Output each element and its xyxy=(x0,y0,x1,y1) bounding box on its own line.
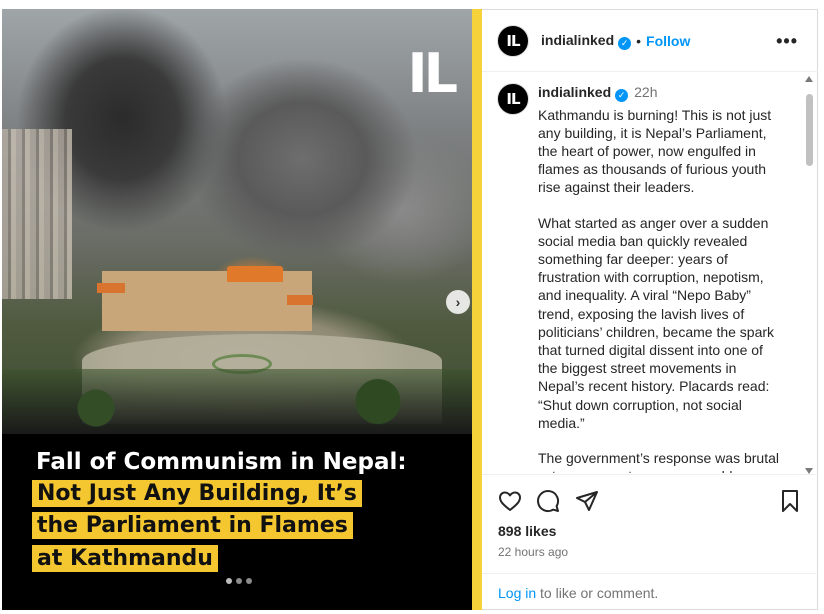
divider xyxy=(472,9,482,610)
post-header: IL indialinked ✓ • Follow ••• xyxy=(482,10,818,72)
caption-paragraph: What started as anger over a sudden soci… xyxy=(538,214,775,431)
carousel-dot xyxy=(226,578,232,584)
post-actions: 898 likes 22 hours ago Log in to like or… xyxy=(482,474,818,611)
image-highlight-line: at Kathmandu xyxy=(32,545,218,572)
carousel-dots xyxy=(226,578,252,584)
next-image-button[interactable]: › xyxy=(446,290,470,314)
header-username[interactable]: indialinked ✓ xyxy=(541,32,632,50)
image-highlight-line: Not Just Any Building, It’s xyxy=(32,480,362,507)
login-prompt: Log in to like or comment. xyxy=(482,573,818,611)
comments-section[interactable]: IL indialinked ✓ 22h Kathmandu is burning!… xyxy=(482,73,818,473)
caption-time[interactable]: 22h xyxy=(634,84,657,100)
chevron-right-icon: › xyxy=(455,294,461,310)
bookmark-icon xyxy=(782,490,798,512)
caption-paragraph: The government’s response was brutal —te… xyxy=(538,450,779,473)
verified-badge-icon: ✓ xyxy=(615,88,629,102)
image-headline: Fall of Communism in Nepal: xyxy=(36,449,407,475)
send-icon xyxy=(576,491,598,511)
username-text[interactable]: indialinked xyxy=(541,32,614,48)
caption-paragraph: Kathmandu is burning! This is not just a… xyxy=(538,106,772,196)
scroll-up-arrow-icon[interactable] xyxy=(805,76,813,82)
likes-count[interactable]: 898 likes xyxy=(498,523,556,539)
verified-badge-icon: ✓ xyxy=(618,36,632,50)
post-side-panel: IL indialinked ✓ • Follow ••• IL indialin… xyxy=(482,9,818,610)
avatar[interactable]: IL xyxy=(497,83,529,115)
parliament-roof xyxy=(227,266,283,282)
save-button[interactable] xyxy=(777,488,803,514)
avatar[interactable]: IL xyxy=(497,24,529,57)
comment-button[interactable] xyxy=(535,488,561,514)
image-highlight-line: the Parliament in Flames xyxy=(32,512,353,539)
follow-button[interactable]: Follow xyxy=(646,33,690,49)
caption-username[interactable]: indialinked xyxy=(538,84,611,100)
caption-comment: IL indialinked ✓ 22h Kathmandu is burning!… xyxy=(497,83,783,473)
carousel-dot xyxy=(246,578,252,584)
scrollbar-thumb[interactable] xyxy=(806,94,813,166)
post-photo xyxy=(2,9,472,434)
login-link[interactable]: Log in xyxy=(498,585,536,601)
separator-dot: • xyxy=(636,32,642,49)
caption-text: indialinked ✓ 22h Kathmandu is burning! Th… xyxy=(538,83,783,473)
instagram-post-modal: IL Fall of Communism in Nepal: Not Just … xyxy=(0,0,824,614)
trees xyxy=(2,369,472,434)
like-button[interactable] xyxy=(497,488,523,514)
carousel-dot xyxy=(236,578,242,584)
heart-icon xyxy=(499,491,521,511)
more-options-icon[interactable]: ••• xyxy=(776,31,798,52)
action-icons xyxy=(497,488,803,514)
post-media[interactable]: IL Fall of Communism in Nepal: Not Just … xyxy=(2,9,472,610)
login-suffix: to like or comment. xyxy=(536,585,659,601)
city-buildings xyxy=(2,129,72,299)
parliament-roof-right xyxy=(287,295,313,305)
comment-icon xyxy=(537,490,560,513)
parliament-roof-left xyxy=(97,283,125,293)
share-button[interactable] xyxy=(574,488,600,514)
comments-scrollbar[interactable] xyxy=(803,76,815,474)
post-timestamp[interactable]: 22 hours ago xyxy=(498,545,568,559)
watermark-logo: IL xyxy=(407,42,457,105)
